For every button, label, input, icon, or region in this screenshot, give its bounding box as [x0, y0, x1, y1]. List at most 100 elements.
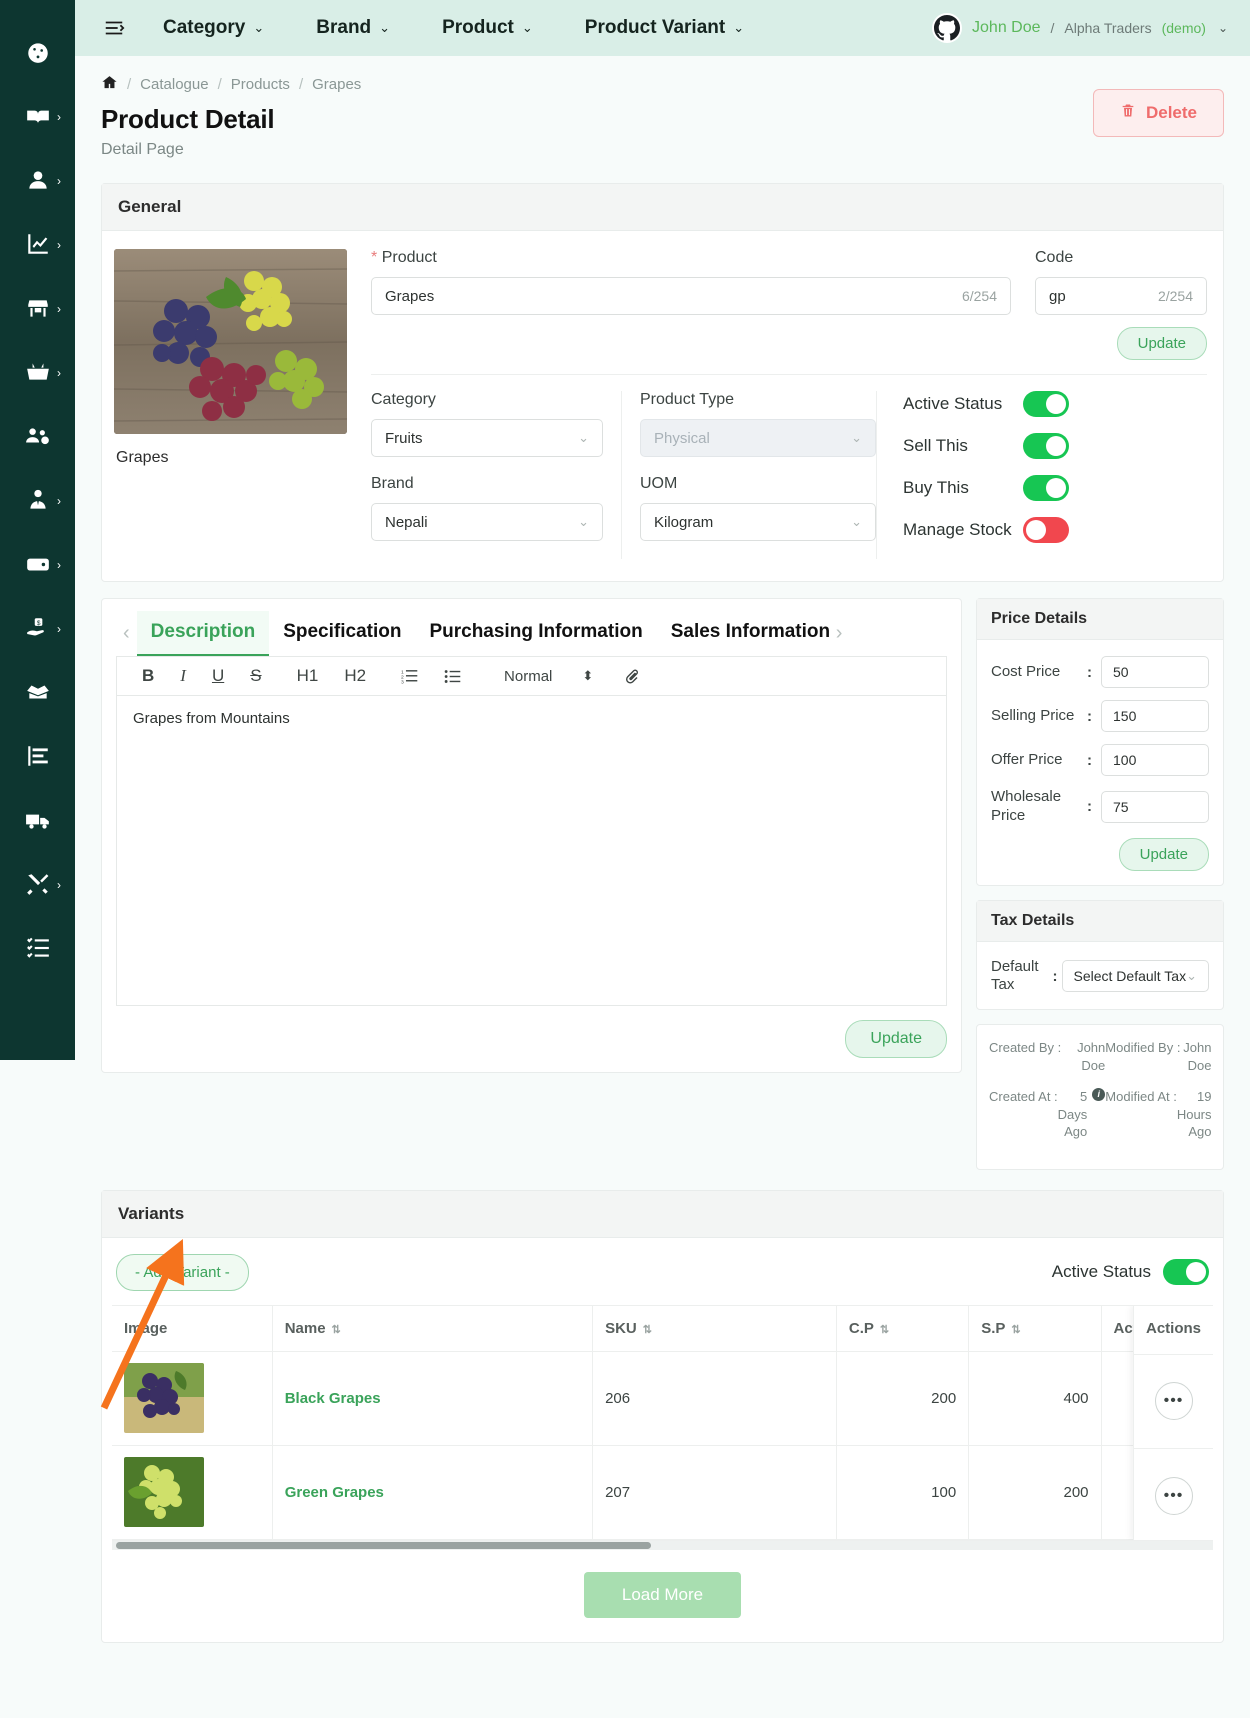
sidebar-item-payments[interactable]: $ › — [0, 598, 75, 662]
user-menu[interactable]: John Doe / Alpha Traders (demo) ⌄ — [932, 13, 1234, 43]
uom-select[interactable]: Kilogram ⌄ — [640, 503, 876, 541]
book-icon — [25, 103, 51, 134]
info-icon[interactable]: i — [1092, 1088, 1106, 1102]
variants-horizontal-scrollbar[interactable] — [112, 1540, 1213, 1550]
created-by-label: Created By : — [989, 1040, 1062, 1055]
product-name-value: Grapes — [385, 287, 435, 305]
tab-sales-information[interactable]: Sales Information — [657, 611, 829, 656]
selling-price-input[interactable]: 150 — [1101, 700, 1209, 732]
ellipsis-icon[interactable]: ••• — [1154, 1476, 1193, 1515]
underline-button[interactable]: U — [199, 666, 237, 686]
bullet-list-icon[interactable] — [431, 668, 474, 685]
tabs-prev-arrow-icon[interactable]: ‹ — [116, 622, 137, 645]
black-grapes-thumbnail[interactable] — [124, 1363, 204, 1434]
buy-this-label: Buy This — [903, 477, 969, 497]
breadcrumb-catalogue[interactable]: Catalogue — [140, 76, 208, 93]
nav-brand[interactable]: Brand ⌄ — [290, 17, 416, 39]
brand-value: Nepali — [385, 513, 428, 531]
heading1-button[interactable]: H1 — [275, 666, 332, 686]
paperclip-icon[interactable] — [605, 668, 653, 685]
sidebar-item-reports[interactable]: › — [0, 214, 75, 278]
variants-active-status-toggle[interactable] — [1163, 1259, 1209, 1286]
product-type-value: Physical — [654, 429, 710, 447]
variant-name-link[interactable]: Black Grapes — [285, 1390, 381, 1407]
product-image-caption: Grapes — [116, 449, 169, 466]
tab-purchasing-information[interactable]: Purchasing Information — [415, 611, 656, 656]
column-name[interactable]: Name ⇅ — [272, 1305, 594, 1352]
wholesale-price-input[interactable]: 75 — [1101, 790, 1209, 823]
brand-select[interactable]: Nepali ⌄ — [371, 503, 603, 541]
nav-product[interactable]: Product ⌄ — [416, 17, 559, 39]
sidebar-item-tasks[interactable] — [0, 918, 75, 982]
column-name-label: Name — [284, 1319, 326, 1337]
default-tax-select[interactable]: Select Default Tax ⌄ — [1061, 960, 1209, 993]
sidebar-item-tools[interactable]: › — [0, 854, 75, 918]
tabs-next-arrow-icon[interactable]: › — [829, 622, 850, 645]
created-at-label: Created At : — [989, 1089, 1058, 1105]
product-image[interactable] — [114, 249, 347, 434]
cost-price-input[interactable]: 50 — [1101, 656, 1209, 688]
buy-this-toggle[interactable] — [1023, 475, 1069, 501]
ordered-list-icon[interactable]: 123 — [379, 668, 431, 685]
home-icon[interactable] — [101, 74, 118, 95]
sidebar-item-dashboard[interactable] — [0, 22, 75, 86]
colon: : — [1052, 967, 1058, 985]
sidebar-item-wallet[interactable]: › — [0, 534, 75, 598]
product-type-field: Product Type Physical ⌄ — [640, 391, 876, 457]
scrollbar-thumb[interactable] — [116, 1541, 651, 1549]
column-sku[interactable]: SKU ⇅ — [592, 1305, 837, 1352]
tab-description[interactable]: Description — [136, 611, 270, 656]
variant-name-link[interactable]: Green Grapes — [285, 1484, 384, 1501]
audit-grid: Created By : John Doe Created At : 5 Day… — [989, 1039, 1212, 1155]
strikethrough-button[interactable]: S — [237, 666, 274, 686]
offer-price-input[interactable]: 100 — [1101, 744, 1209, 776]
general-update-button[interactable]: Update — [1116, 327, 1207, 360]
sidebar-item-catalogue[interactable]: › — [0, 86, 75, 150]
bold-button[interactable]: B — [129, 666, 167, 686]
product-name-input[interactable]: Grapes 6/254 — [371, 277, 1011, 315]
italic-button[interactable]: I — [167, 666, 199, 686]
users-cog-icon — [25, 423, 51, 454]
row-actions-2: ••• — [1134, 1449, 1213, 1540]
sidebar-item-team[interactable] — [0, 406, 75, 470]
sidebar-item-inventory[interactable] — [0, 662, 75, 726]
truck-icon — [25, 807, 51, 838]
sidebar-item-employees[interactable]: › — [0, 470, 75, 534]
nav-product-variant[interactable]: Product Variant ⌄ — [559, 17, 770, 39]
wholesale-price-row: Wholesale Price : 75 — [991, 788, 1209, 826]
column-cp[interactable]: C.P ⇅ — [836, 1305, 970, 1352]
format-select[interactable]: Normal — [474, 668, 570, 685]
tab-specification[interactable]: Specification — [269, 611, 415, 656]
column-sp[interactable]: S.P ⇅ — [968, 1305, 1102, 1352]
delete-button[interactable]: Delete — [1092, 89, 1224, 137]
chevron-right-icon: › — [57, 493, 61, 508]
basket-icon — [25, 359, 51, 390]
green-grapes-thumbnail[interactable] — [124, 1457, 204, 1528]
nav-category[interactable]: Category ⌄ — [137, 17, 290, 39]
sell-this-toggle[interactable] — [1023, 433, 1069, 459]
breadcrumb-grapes[interactable]: Grapes — [312, 76, 361, 93]
manage-stock-row: Manage Stock — [903, 517, 1207, 543]
created-by-value: John Doe — [1077, 1040, 1106, 1073]
updown-arrows-icon[interactable]: ⬍ — [570, 668, 605, 684]
manage-stock-toggle[interactable] — [1023, 517, 1069, 543]
breadcrumb-products[interactable]: Products — [231, 76, 290, 93]
add-variant-button[interactable]: - Add Variant - — [116, 1253, 249, 1291]
heading2-button[interactable]: H2 — [331, 666, 379, 686]
load-more-button[interactable]: Load More — [583, 1571, 742, 1618]
sidebar-item-store[interactable]: › — [0, 278, 75, 342]
chevron-down-icon: ⌄ — [253, 20, 265, 35]
sidebar-item-delivery[interactable] — [0, 790, 75, 854]
price-update-button[interactable]: Update — [1118, 837, 1209, 871]
description-update-button[interactable]: Update — [845, 1020, 947, 1058]
product-code-input[interactable]: gp 2/254 — [1035, 277, 1207, 315]
category-select[interactable]: Fruits ⌄ — [371, 419, 603, 457]
sidebar-item-statements[interactable] — [0, 726, 75, 790]
description-editor[interactable]: Grapes from Mountains — [116, 696, 947, 1006]
sidebar-item-sales[interactable]: › — [0, 342, 75, 406]
ellipsis-icon[interactable]: ••• — [1154, 1382, 1193, 1421]
load-more-row: Load More — [112, 1550, 1213, 1626]
hamburger-menu-icon[interactable] — [91, 17, 137, 39]
active-status-toggle[interactable] — [1023, 391, 1069, 417]
sidebar-item-customers[interactable]: › — [0, 150, 75, 214]
